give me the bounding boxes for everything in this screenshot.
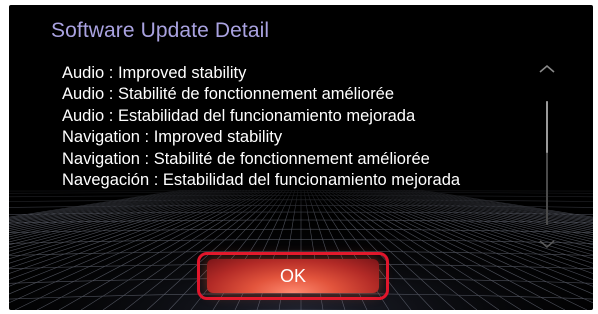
scroll-up-button[interactable] [536,58,558,80]
update-detail-list: Audio : Improved stability Audio : Stabi… [62,63,532,191]
dialog-title: Software Update Detail [51,19,270,42]
ok-button[interactable]: OK [207,259,379,293]
chevron-up-icon [539,64,555,73]
scrollbar-thumb[interactable] [546,101,548,153]
list-item: Navegación : Estabilidad del funcionamie… [62,170,461,189]
list-item: Navigation : Stabilité de fonctionnement… [62,149,430,168]
list-item: Audio : Improved stability [62,64,247,82]
update-detail-dialog: Software Update Detail Audio : Improved … [9,5,593,310]
list-item: Audio : Estabilidad del funcionamiento m… [62,106,416,125]
chevron-down-icon [539,240,555,249]
list-item: Navigation : Improved stability [62,128,283,147]
scrollbar-track[interactable] [546,101,548,225]
list-item: Audio : Stabilité de fonctionnement amél… [62,85,395,104]
scroll-down-button[interactable] [536,233,558,255]
